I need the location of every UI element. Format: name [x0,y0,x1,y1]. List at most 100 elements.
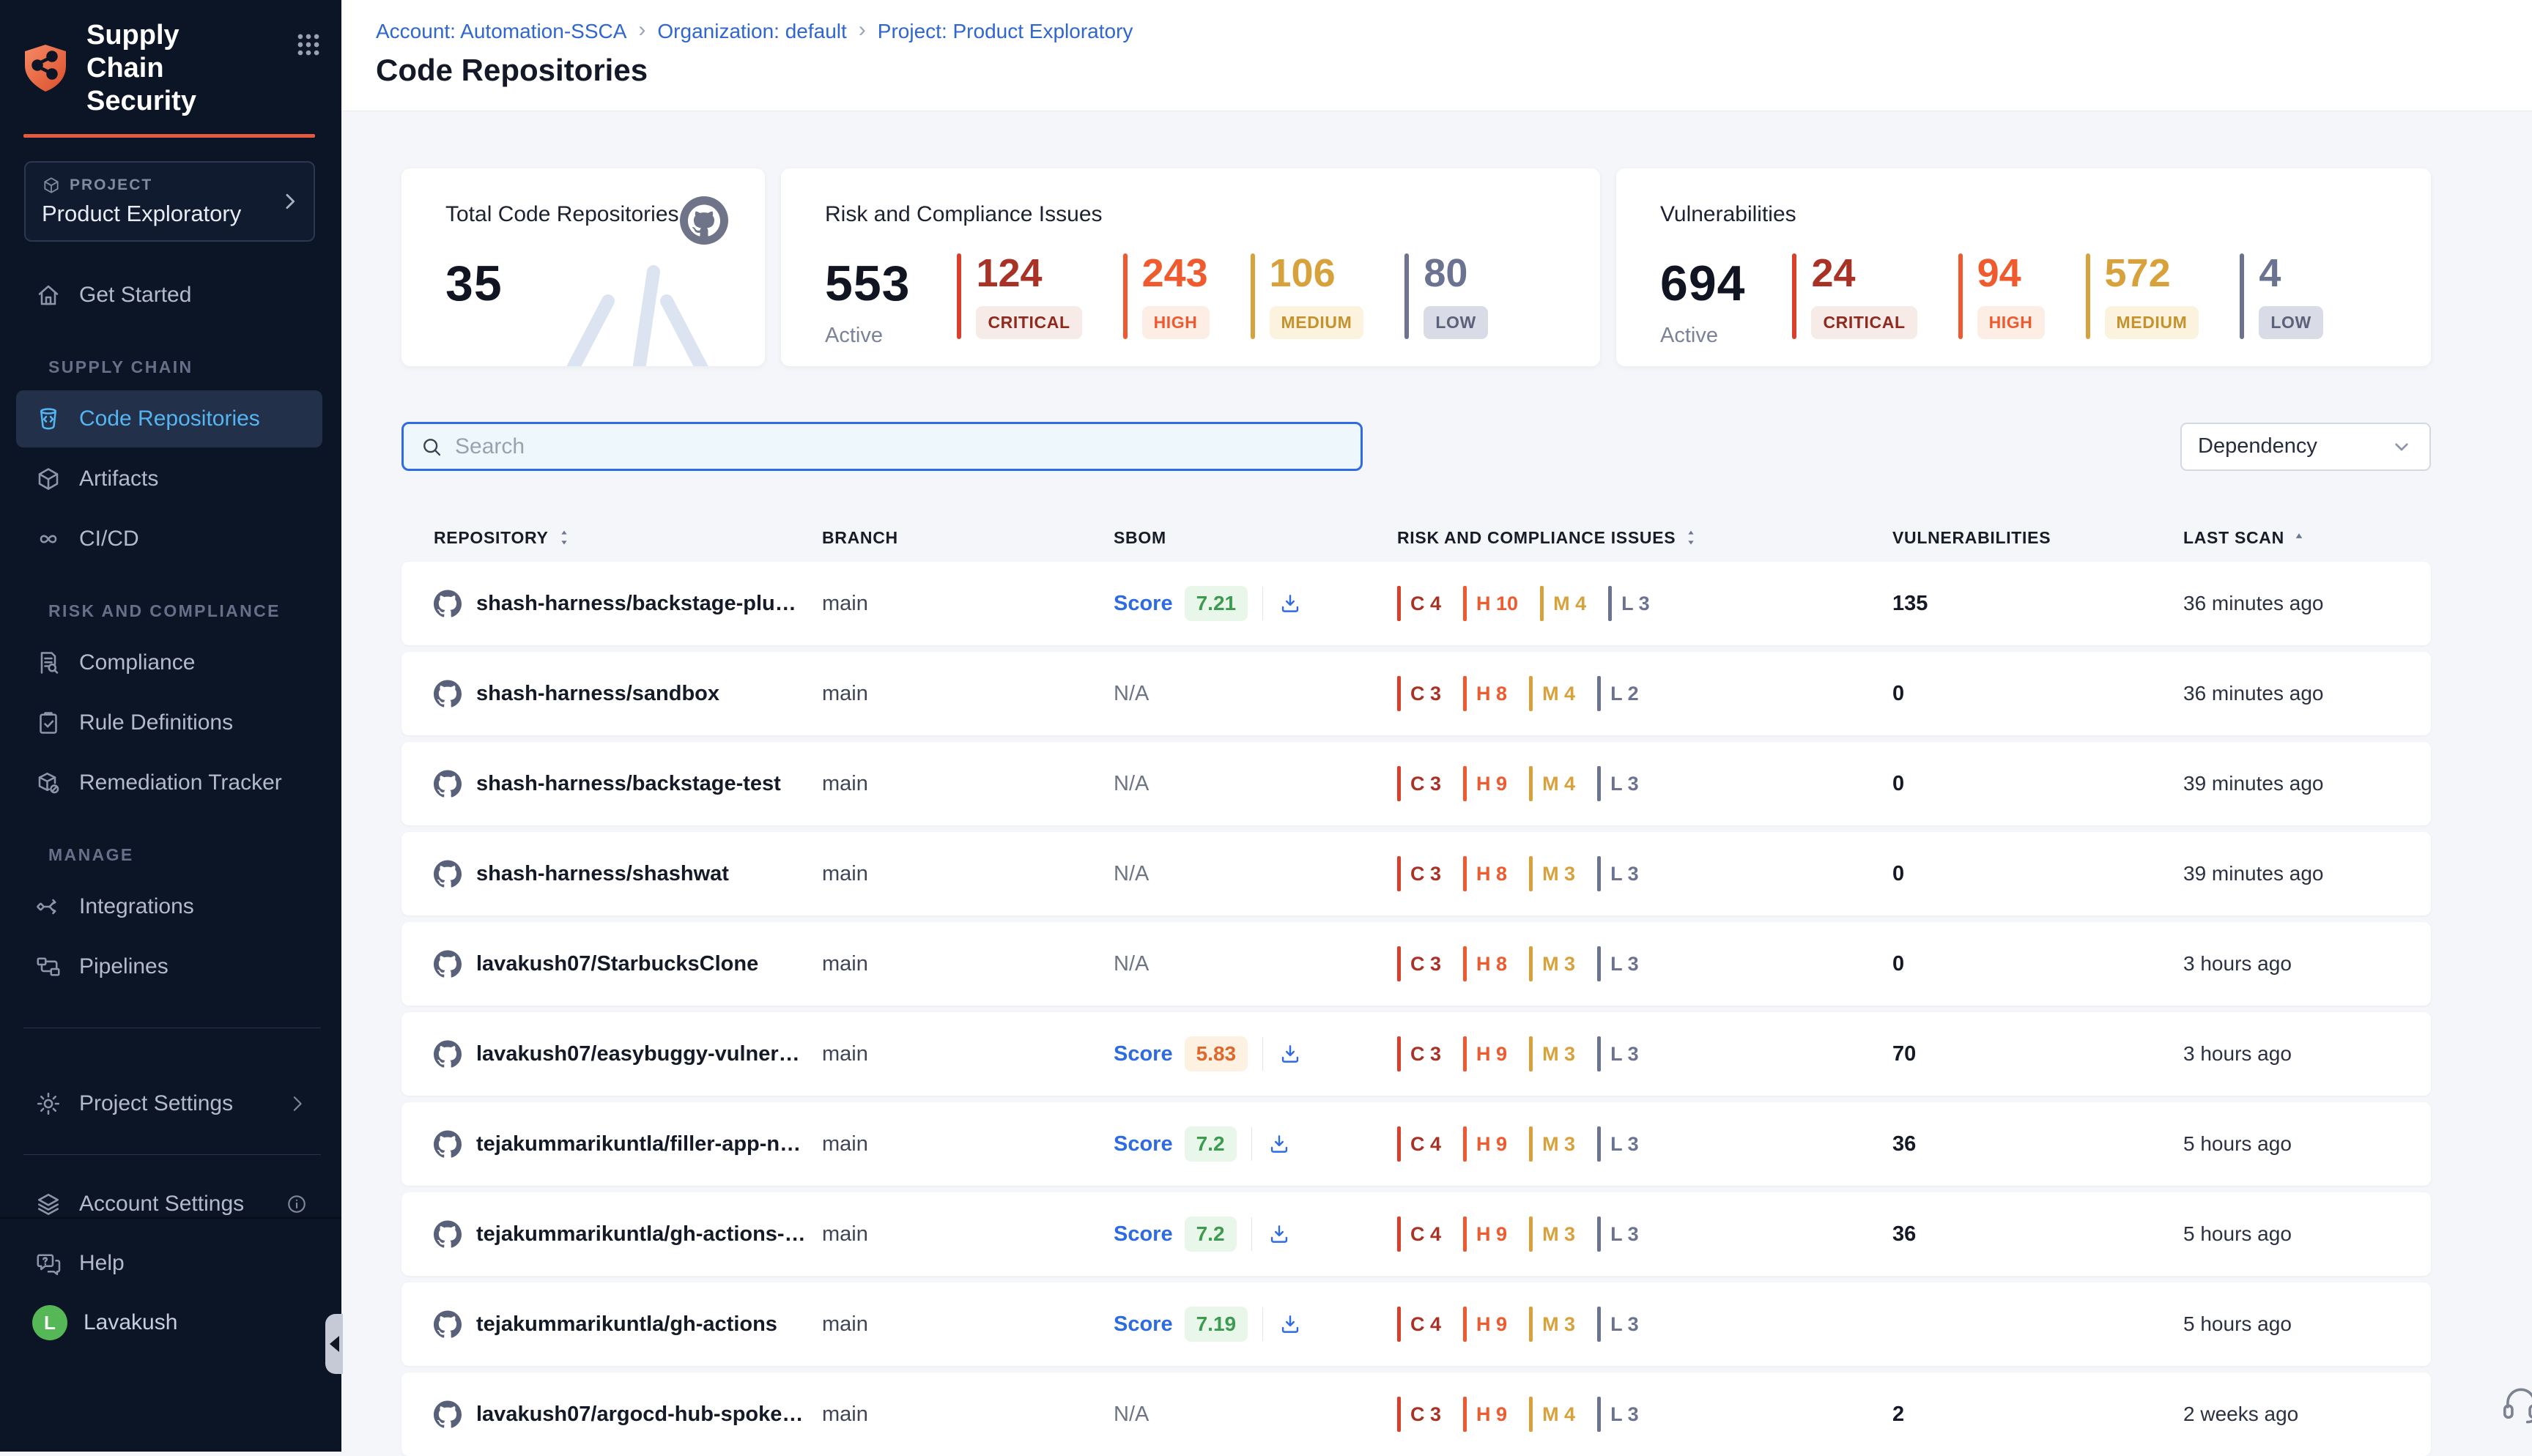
table-row[interactable]: lavakush07/argocd-hub-spoke-demomainN/AC… [401,1373,2431,1456]
sidebar-item-integrations[interactable]: Integrations [16,878,322,935]
severity-badge: LOW [2259,306,2322,339]
last-scan: 5 hours ago [2183,1132,2402,1156]
severity-count: 243 [1142,253,1208,293]
breadcrumb-item[interactable]: Project: Product Exploratory [878,20,1133,43]
sidebar-item-get-started[interactable]: Get Started [16,267,322,324]
column-last-scan[interactable]: LAST SCAN [2183,528,2402,548]
table-row[interactable]: lavakush07/StarbucksClonemainN/AC 3H 8M … [401,922,2431,1006]
sidebar-item-ci-cd[interactable]: CI/CD [16,510,322,568]
column-repository[interactable]: REPOSITORY [434,528,822,548]
risk-issues-cell: C 4H 9M 3L 3 [1397,1126,1892,1162]
table-row[interactable]: tejakummarikuntla/gh-actionsmainScore7.1… [401,1282,2431,1366]
risk-issues-cell: C 3H 8M 4L 2 [1397,676,1892,711]
risk-bar [1463,766,1467,801]
brand-divider [23,134,315,138]
risk-chip-critical: C 3 [1397,766,1441,801]
repo-name[interactable]: shash-harness/shashwat [476,862,744,886]
github-icon [434,680,462,707]
risk-bar [1529,676,1533,711]
user-menu[interactable]: L Lavakush [32,1305,322,1340]
risk-chip-medium: M 4 [1529,766,1575,801]
repo-name[interactable]: lavakush07/easybuggy-vulnerable-app... [476,1042,822,1066]
sidebar-item-label: Compliance [79,650,195,675]
table-row[interactable]: shash-harness/backstage-pluginsmainScore… [401,562,2431,645]
help-button[interactable]: Help [16,1238,322,1289]
sbom-score-badge: 5.83 [1185,1036,1248,1071]
severity-bar [2240,253,2244,339]
nav-section-label: RISK AND COMPLIANCE [48,601,341,621]
risk-chip-high: H 8 [1463,946,1507,981]
risk-chip-critical: C 4 [1397,586,1441,621]
sidebar-item-compliance[interactable]: Compliance [16,634,322,691]
vulnerabilities-title: Vulnerabilities [1660,202,2390,227]
table-row[interactable]: shash-harness/backstage-testmainN/AC 3H … [401,742,2431,825]
search-input[interactable] [455,434,1344,459]
sidebar-item-label: Code Repositories [79,406,260,431]
repo-name[interactable]: lavakush07/argocd-hub-spoke-demo [476,1403,822,1427]
risk-bar [1397,1397,1401,1432]
column-risk-issues[interactable]: RISK AND COMPLIANCE ISSUES [1397,528,1892,548]
sbom-cell: Score7.21 [1114,586,1397,621]
risk-bar [1529,1307,1533,1342]
sbom-download-button[interactable] [1267,1132,1292,1156]
column-vulnerabilities[interactable]: VULNERABILITIES [1892,528,2183,548]
repo-name[interactable]: tejakummarikuntla/filler-app-node [476,1132,822,1156]
table-row[interactable]: tejakummarikuntla/gh-actions-artifactsma… [401,1192,2431,1276]
sidebar-item-label: Remediation Tracker [79,770,282,795]
sbom-cell: N/A [1114,1403,1397,1427]
risk-bar [1597,676,1601,711]
branch-name: main [822,952,1114,976]
repo-name[interactable]: shash-harness/sandbox [476,682,734,706]
vulnerabilities-count: 36 [1892,1132,2183,1156]
table-row[interactable]: shash-harness/sandboxmainN/AC 3H 8M 4L 2… [401,652,2431,735]
sbom-cell: N/A [1114,862,1397,886]
repo-name[interactable]: shash-harness/backstage-test [476,772,796,796]
integrations-icon [35,894,62,920]
table-row[interactable]: lavakush07/easybuggy-vulnerable-app...ma… [401,1012,2431,1096]
repo-name[interactable]: shash-harness/backstage-plugins [476,592,822,616]
sidebar-item-label: Integrations [79,894,194,919]
sidebar-item-remediation-tracker[interactable]: Remediation Tracker [16,754,322,811]
sbom-download-button[interactable] [1267,1222,1292,1247]
severity-badge: HIGH [1977,306,2045,339]
sidebar-item-code-repositories[interactable]: Code Repositories [16,390,322,447]
risk-chip-medium: M 4 [1529,676,1575,711]
sbom-cell: Score7.2 [1114,1126,1397,1162]
headset-support-icon[interactable] [2500,1381,2532,1424]
sidebar-item-pipelines[interactable]: Pipelines [16,938,322,995]
search-icon [420,435,443,458]
dependency-filter-select[interactable]: Dependency [2180,423,2431,471]
risk-chip-medium: M 3 [1529,946,1575,981]
last-scan: 36 minutes ago [2183,682,2402,705]
sidebar-item-project-settings[interactable]: Project Settings [16,1075,322,1132]
repo-name[interactable]: tejakummarikuntla/gh-actions [476,1312,792,1337]
risk-bar [1529,766,1533,801]
risk-bar [1397,766,1401,801]
sbom-download-button[interactable] [1278,1312,1303,1337]
column-branch[interactable]: BRANCH [822,528,1114,548]
severity-critical: 124CRITICAL [957,253,1081,339]
app-grid-icon[interactable] [295,31,322,59]
sidebar-collapse-handle[interactable] [325,1314,343,1374]
severity-bar [1251,253,1255,339]
table-row[interactable]: shash-harness/shashwatmainN/AC 3H 8M 3L … [401,832,2431,915]
column-sbom[interactable]: SBOM [1114,528,1397,548]
sbom-download-button[interactable] [1278,1041,1303,1066]
sidebar-item-artifacts[interactable]: Artifacts [16,450,322,508]
project-selector[interactable]: PROJECT Product Exploratory [24,161,315,242]
breadcrumb-item[interactable]: Organization: default [657,20,846,43]
table-row[interactable]: tejakummarikuntla/filler-app-nodemainSco… [401,1102,2431,1186]
branch-name: main [822,592,1114,616]
breadcrumb-item[interactable]: Account: Automation-SSCA [376,20,626,43]
repo-name[interactable]: lavakush07/StarbucksClone [476,952,773,976]
repositories-table: REPOSITORY BRANCH SBOM RISK AND COMPLIAN… [401,513,2431,1456]
risk-chip-medium: M 3 [1529,856,1575,891]
severity-badge: MEDIUM [2105,306,2199,339]
sbom-score-badge: 7.2 [1185,1126,1237,1162]
severity-bar [1958,253,1963,339]
sidebar-item-label: Rule Definitions [79,710,233,735]
sbom-download-button[interactable] [1278,591,1303,616]
repo-name[interactable]: tejakummarikuntla/gh-actions-artifacts [476,1222,822,1247]
sidebar-item-rule-definitions[interactable]: Rule Definitions [16,694,322,751]
severity-low: 80LOW [1404,253,1487,339]
